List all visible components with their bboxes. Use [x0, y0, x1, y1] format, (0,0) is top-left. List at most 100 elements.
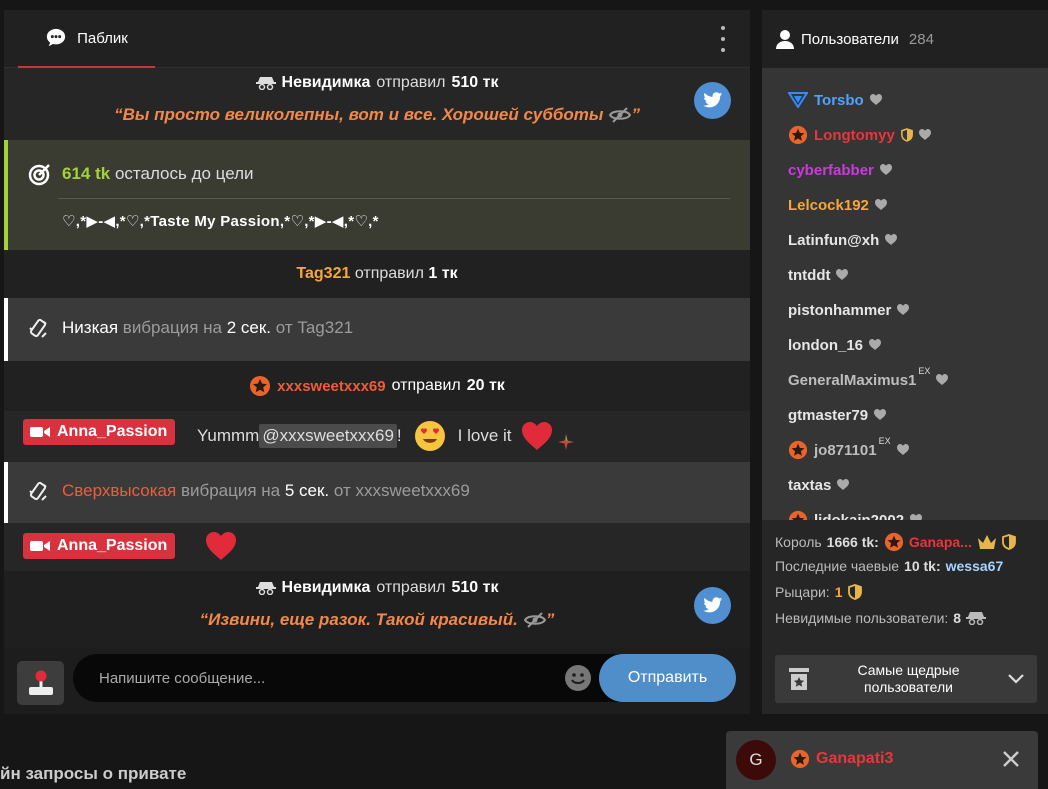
goal-remaining: 614 tk осталось до цели [28, 162, 254, 186]
message-user: Anna_Passion [57, 423, 168, 440]
star-badge-icon [788, 510, 808, 520]
heart-icon[interactable] [869, 339, 882, 351]
tip-action: отправил [391, 377, 461, 394]
vibration-message: Низкая вибрация на 2 сек. от Tag321 [4, 298, 750, 361]
tip-action: отправил [354, 265, 424, 282]
top-tippers-line1: Самые щедрые [857, 662, 960, 678]
user-name: london_16 [788, 336, 864, 354]
goal-amount: 614 tk [62, 164, 111, 183]
users-panel: Пользователи 284 Torsbo Longtomyy cyberfab… [762, 10, 1048, 714]
user-name: cyberfabber [788, 161, 874, 179]
speech-bubble-icon [46, 28, 66, 47]
message-user: Anna_Passion [57, 537, 168, 554]
king-amount: 1666 tk: [826, 534, 879, 550]
heart-icon[interactable] [874, 409, 887, 421]
last-tip-name[interactable]: wessa67 [946, 558, 1004, 574]
user-name: taxtas [788, 476, 832, 494]
user-list-item[interactable]: lidokain2002 [788, 509, 923, 521]
heart-icon[interactable] [879, 164, 892, 176]
tip-user[interactable]: xxxsweetxxx69 [277, 378, 385, 395]
heart-icon[interactable] [897, 304, 910, 316]
heart-icon[interactable] [836, 269, 849, 281]
tip-quote-end: ” [545, 610, 555, 629]
users-count: 284 [908, 30, 934, 48]
emoji-icon[interactable] [565, 665, 591, 691]
user-list-item[interactable]: taxtas [788, 474, 850, 496]
user-list-item[interactable]: Torsbo [788, 89, 882, 111]
king-stat: Король 1666 tk: Ganapa... [775, 532, 1016, 552]
message-mention[interactable]: @xxxsweetxxx69 [259, 424, 397, 448]
eye-off-icon [523, 612, 546, 628]
twitter-icon[interactable] [694, 82, 731, 119]
close-icon[interactable] [1000, 748, 1022, 770]
heart-icon[interactable] [896, 444, 909, 456]
star-badge-icon [788, 440, 808, 460]
user-list-item[interactable]: pistonhammer [788, 299, 910, 321]
last-tip-label: Последние чаевые [775, 558, 900, 574]
model-badge[interactable]: Anna_Passion [23, 419, 176, 445]
heart-icon[interactable] [869, 94, 882, 106]
tip-quote-end: ” [631, 105, 640, 124]
heart-icon[interactable] [918, 129, 931, 141]
user-list-item[interactable]: london_16 [788, 334, 882, 356]
user-list-item[interactable]: Lelcock192 [788, 194, 887, 216]
ex-badge: EX [918, 366, 931, 376]
message-list[interactable]: Невидимка отправил 510 тк “Вы просто вел… [4, 68, 750, 648]
users-header: Пользователи 284 [762, 10, 1048, 68]
vibration-duration: 5 сек. [284, 481, 330, 500]
vibration-icon [29, 481, 47, 501]
user-list-item[interactable]: tntddt [788, 264, 849, 286]
user-name: gtmaster79 [788, 406, 869, 424]
user-list-item[interactable]: Latinfun@xh [788, 229, 898, 251]
invisible-stat: Невидимые пользователи: 8 [775, 610, 987, 626]
goal-subject: ♡,*▶-◀,*♡,*Taste My Passion,*♡,*▶-◀,*♡,* [62, 213, 379, 230]
user-list-item[interactable]: jo871101 EX [788, 436, 909, 461]
joystick-button[interactable] [17, 661, 64, 705]
vibration-text: вибрация на [122, 318, 222, 337]
user-name: Lelcock192 [788, 196, 869, 214]
user-list-item[interactable]: gtmaster79 [788, 404, 887, 426]
sparkle-icon [557, 434, 574, 450]
incognito-icon [966, 612, 987, 625]
incognito-icon [255, 77, 276, 90]
tip-user[interactable]: Невидимка [282, 579, 371, 597]
joystick-icon [28, 670, 53, 695]
tip-user[interactable]: Tag321 [296, 265, 350, 282]
red-heart-icon [521, 422, 552, 450]
user-list-item[interactable]: cyberfabber [788, 159, 892, 181]
vibration-level: Низкая [62, 318, 119, 337]
goal-text: осталось до цели [114, 164, 254, 183]
invisible-count: 8 [953, 610, 962, 626]
notification-user[interactable]: Ganapati3 [816, 750, 893, 768]
knights-count: 1 [834, 584, 843, 600]
tip-quote: “Извини, еще разок. Такой красивый. [199, 610, 518, 629]
heart-icon[interactable] [936, 374, 949, 386]
heart-icon[interactable] [874, 199, 887, 211]
vibration-from: от xxxsweetxxx69 [333, 481, 470, 500]
tip-amount: 510 тк [451, 74, 499, 91]
user-name: lidokain2002 [814, 511, 905, 521]
user-list-item[interactable]: Longtomyy [788, 124, 931, 146]
more-options-icon[interactable] [718, 26, 728, 52]
heart-icon[interactable] [885, 234, 898, 246]
goal-divider [58, 198, 730, 199]
tip-user[interactable]: Невидимка [282, 74, 371, 92]
knights-label: Рыцари: [775, 584, 830, 600]
user-name: tntddt [788, 266, 831, 284]
user-name: GeneralMaximus1 [788, 371, 917, 389]
private-requests-text: йн запросы о привате [0, 764, 187, 783]
star-badge-icon [790, 749, 810, 769]
twitter-icon[interactable] [694, 587, 731, 624]
send-button[interactable]: Отправить [599, 654, 736, 702]
user-list[interactable]: Torsbo Longtomyy cyberfabber Lelcock192 Lati… [762, 68, 1048, 520]
message-text-3: I love it [457, 426, 512, 445]
avatar[interactable]: G [736, 740, 776, 780]
model-badge[interactable]: Anna_Passion [23, 533, 176, 559]
heart-icon[interactable] [837, 479, 850, 491]
shield-icon [1001, 534, 1016, 550]
king-name[interactable]: Ganapa... [909, 534, 972, 550]
user-list-item[interactable]: GeneralMaximus1 EX [788, 366, 949, 391]
user-name: Longtomyy [814, 126, 895, 144]
top-tippers-button[interactable]: Самые щедрые пользователи [775, 655, 1037, 703]
tab-public[interactable]: Паблик [18, 10, 155, 68]
